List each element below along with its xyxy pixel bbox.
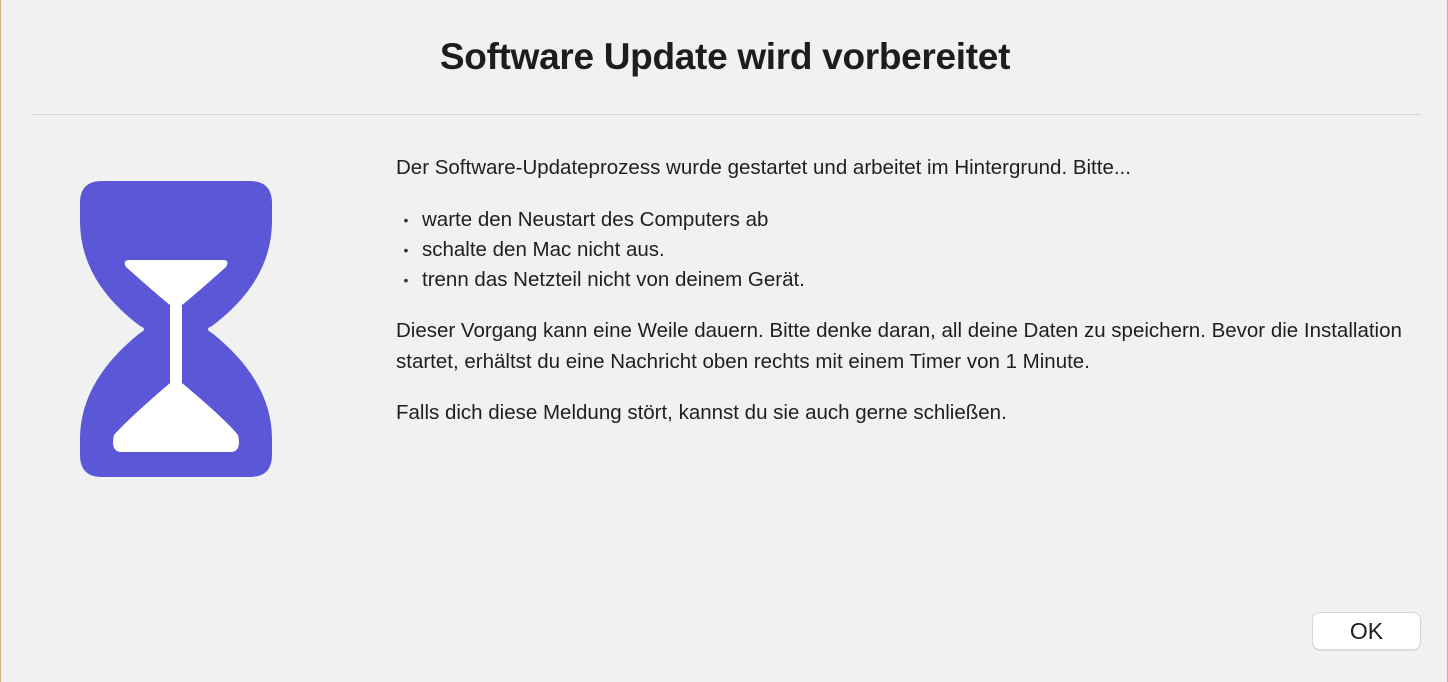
dialog-message: Der Software-Updateprozess wurde gestart… <box>396 152 1406 428</box>
title-divider <box>31 114 1421 115</box>
intro-text: Der Software-Updateprozess wurde gestart… <box>396 156 1131 179</box>
list-item: warte den Neustart des Computers ab <box>396 205 1406 235</box>
ok-button[interactable]: OK <box>1312 612 1421 650</box>
software-update-dialog: Software Update wird vorbereitet Der Sof… <box>0 0 1448 682</box>
list-item: trenn das Netzteil nicht von deinem Gerä… <box>396 265 1406 295</box>
dialog-title: Software Update wird vorbereitet <box>439 36 1011 77</box>
dismiss-notice: Falls dich diese Meldung stört, kannst d… <box>396 401 1007 424</box>
list-item: schalte den Mac nicht aus. <box>396 235 1406 265</box>
instruction-list: warte den Neustart des Computers ab scha… <box>396 205 1406 295</box>
duration-notice: Dieser Vorgang kann eine Weile dauern. B… <box>396 319 1402 373</box>
hourglass-icon <box>80 181 272 477</box>
